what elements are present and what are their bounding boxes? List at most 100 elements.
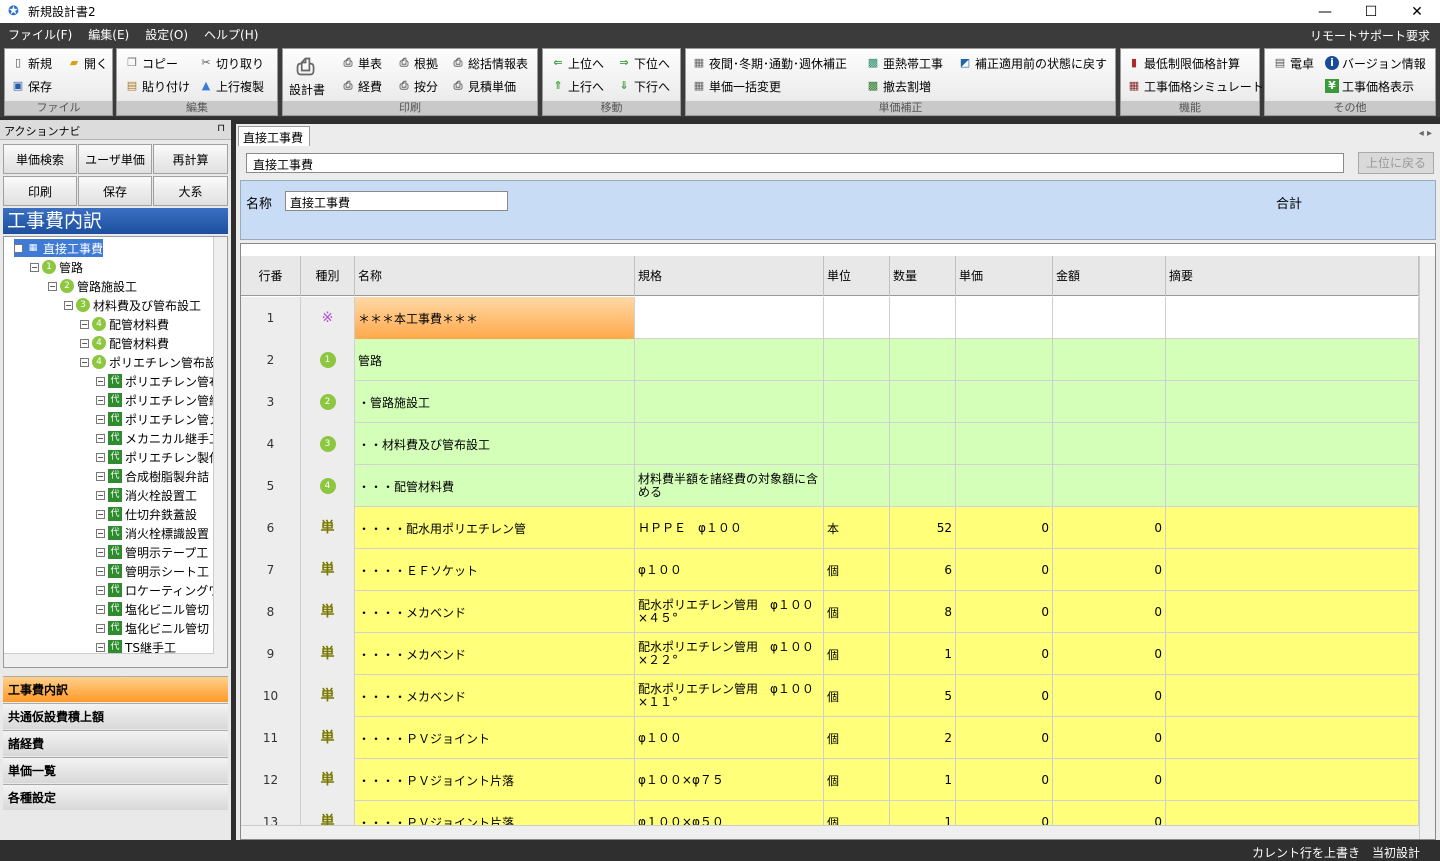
cell-price[interactable] [956, 423, 1053, 465]
cell-name[interactable]: ・・・・ＰＶジョイント [355, 717, 635, 759]
cell-note[interactable] [1166, 633, 1419, 675]
cell-note[interactable] [1166, 717, 1419, 759]
expand-toggle-icon[interactable]: − [96, 623, 105, 633]
tree-node[interactable]: − 代塩化ビニル管切 [96, 600, 209, 618]
cell-amount[interactable]: 0 [1053, 633, 1166, 675]
cell-spec[interactable] [635, 381, 824, 423]
cell-unit[interactable]: 本 [824, 507, 890, 549]
copy-button[interactable]: ❐ コピー [125, 53, 178, 73]
cell-amount[interactable] [1053, 423, 1166, 465]
tree-node[interactable]: − 代ポリエチレン製仕 [96, 448, 221, 466]
cell-name[interactable]: ・・・・メカベンド [355, 675, 635, 717]
min-price-calc-button[interactable]: ▮ 最低制限価格計算 [1127, 53, 1240, 73]
cell-no[interactable]: 5 [241, 465, 301, 507]
expand-toggle-icon[interactable]: − [96, 395, 105, 405]
cell-unit[interactable]: 個 [824, 549, 890, 591]
cell-qty[interactable] [890, 297, 956, 339]
simulate-button[interactable]: ▦ 工事価格シミュレート [1127, 76, 1264, 96]
expense-button[interactable]: ⎙ 経費 [341, 76, 382, 96]
cell-spec[interactable]: φ１００ [635, 717, 824, 759]
cell-no[interactable]: 9 [241, 633, 301, 675]
up-level-button[interactable]: ⇐ 上位へ [551, 53, 604, 73]
summary-button[interactable]: ⎙ 総括情報表 [451, 53, 528, 73]
cell-spec[interactable]: φ１００ [635, 549, 824, 591]
cell-qty[interactable]: 8 [890, 591, 956, 633]
tree-node[interactable]: − 代合成樹脂製弁詰 [96, 467, 209, 485]
cell-no[interactable]: 11 [241, 717, 301, 759]
menu-settings[interactable]: 設定(O) [137, 26, 196, 43]
cell-amount[interactable] [1053, 339, 1166, 381]
unit-table-button[interactable]: ⎙ 単表 [341, 53, 382, 73]
cell-kind[interactable]: 単 [301, 549, 355, 591]
expand-toggle-icon[interactable]: − [80, 338, 89, 348]
column-header-price[interactable]: 単価 [956, 256, 1053, 296]
grid-horizontal-scrollbar[interactable] [241, 825, 1419, 839]
duplicate-up-button[interactable]: ▲ 上行複製 [199, 76, 264, 96]
cell-spec[interactable]: 配水ポリエチレン管用 φ１００×１１° [635, 675, 824, 717]
cell-qty[interactable]: 2 [890, 717, 956, 759]
name-field[interactable]: 直接工事費 [285, 191, 508, 211]
expand-toggle-icon[interactable]: − [80, 357, 89, 367]
tree-horizontal-scrollbar[interactable] [4, 653, 214, 667]
cell-amount[interactable]: 0 [1053, 759, 1166, 801]
grid-vertical-scrollbar[interactable] [1419, 256, 1435, 839]
tree-node[interactable]: − 代仕切弁鉄蓋設 [96, 505, 197, 523]
table-row[interactable]: 1 ※ ＊＊＊本工事費＊＊＊ [241, 297, 1419, 339]
cell-price[interactable] [956, 381, 1053, 423]
night-winter-correction-button[interactable]: ▦ 夜間･冬期･通勤･週休補正 [692, 53, 847, 73]
cell-spec[interactable]: φ１００×φ７５ [635, 759, 824, 801]
cell-kind[interactable]: 単 [301, 633, 355, 675]
cell-no[interactable]: 12 [241, 759, 301, 801]
pin-icon[interactable]: ⊓ [217, 123, 225, 134]
expand-toggle-icon[interactable]: − [64, 300, 73, 310]
cell-price[interactable] [956, 465, 1053, 507]
cell-name[interactable]: ・・・・ＥＦソケット [355, 549, 635, 591]
menu-help[interactable]: ヘルプ(H) [196, 26, 266, 43]
price-display-button[interactable]: ¥ 工事価格表示 [1325, 76, 1414, 96]
nav-common-temporary[interactable]: 共通仮設費積上額 [3, 703, 228, 729]
cell-kind[interactable]: 単 [301, 717, 355, 759]
table-row[interactable]: 4 3 ・・材料費及び管布設工 [241, 423, 1419, 465]
expand-toggle-icon[interactable]: − [96, 433, 105, 443]
column-header-no[interactable]: 行番 [241, 256, 301, 296]
cut-button[interactable]: ✂ 切り取り [199, 53, 264, 73]
cell-no[interactable]: 7 [241, 549, 301, 591]
cell-amount[interactable]: 0 [1053, 507, 1166, 549]
cell-amount[interactable]: 0 [1053, 675, 1166, 717]
cell-price[interactable]: 0 [956, 549, 1053, 591]
cell-no[interactable]: 3 [241, 381, 301, 423]
menu-file[interactable]: ファイル(F) [0, 26, 80, 43]
nav-save-button[interactable]: 保存 [78, 176, 152, 206]
cell-unit[interactable] [824, 465, 890, 507]
tree-node[interactable]: −4 ポリエチレン管布設工 [80, 353, 227, 371]
cell-price[interactable]: 0 [956, 675, 1053, 717]
cell-note[interactable] [1166, 423, 1419, 465]
cell-unit[interactable]: 個 [824, 675, 890, 717]
tree-node[interactable]: − 代ポリエチレン管布 [96, 372, 221, 390]
revert-correction-button[interactable]: ◩ 補正適用前の状態に戻す [958, 53, 1107, 73]
cell-kind[interactable]: 3 [301, 423, 355, 465]
cell-amount[interactable]: 0 [1053, 717, 1166, 759]
cell-price[interactable]: 0 [956, 633, 1053, 675]
close-button[interactable]: ✕ [1394, 0, 1440, 23]
menu-edit[interactable]: 編集(E) [80, 26, 137, 43]
tree-node[interactable]: − 代メカニカル継手工 [96, 429, 221, 447]
cell-kind[interactable]: 4 [301, 465, 355, 507]
tree-node[interactable]: − 代ポリエチレン管継 [96, 391, 221, 409]
down-row-button[interactable]: ⇓ 下行へ [617, 76, 670, 96]
save-button[interactable]: ▣ 保存 [11, 76, 52, 96]
cell-spec[interactable] [635, 423, 824, 465]
table-row[interactable]: 8 単・・・・メカベンド 配水ポリエチレン管用 φ１００×４５° 個 8 0 0 [241, 591, 1419, 633]
table-row[interactable]: 12 単・・・・ＰＶジョイント片落 φ１００×φ７５ 個 1 0 0 [241, 759, 1419, 801]
cell-unit[interactable] [824, 423, 890, 465]
cell-price[interactable]: 0 [956, 717, 1053, 759]
cell-spec[interactable]: 配水ポリエチレン管用 φ１００×２２° [635, 633, 824, 675]
cell-price[interactable]: 0 [956, 759, 1053, 801]
cell-note[interactable] [1166, 549, 1419, 591]
table-row[interactable]: 9 単・・・・メカベンド 配水ポリエチレン管用 φ１００×２２° 個 1 0 0 [241, 633, 1419, 675]
table-row[interactable]: 5 4 ・・・配管材料費 材料費半額を諸経費の対象額に含める [241, 465, 1419, 507]
print-button[interactable]: 印刷 [3, 176, 77, 206]
cell-amount[interactable] [1053, 381, 1166, 423]
cell-note[interactable] [1166, 759, 1419, 801]
cell-qty[interactable] [890, 423, 956, 465]
